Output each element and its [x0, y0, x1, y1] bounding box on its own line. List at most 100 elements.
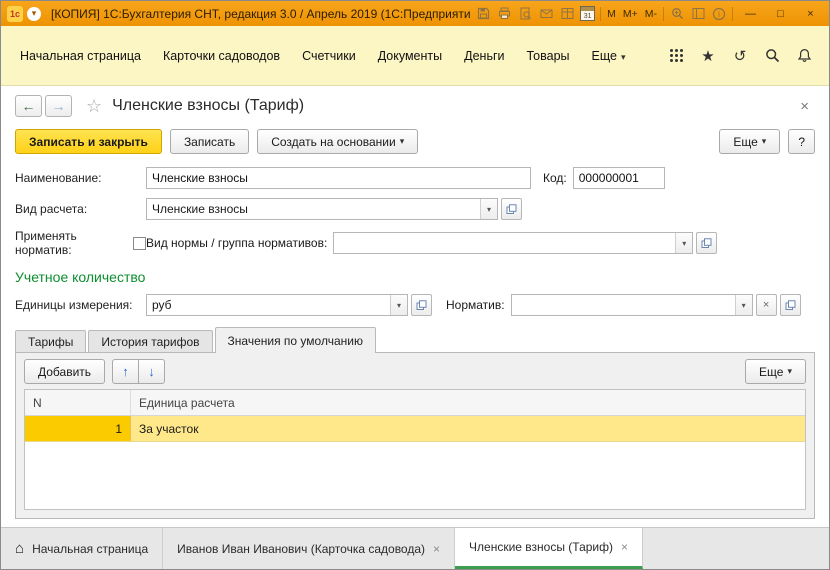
- menu-item-goods[interactable]: Товары: [516, 43, 581, 69]
- titlebar-separator: [732, 7, 733, 21]
- bottom-tab-membership-fees[interactable]: Членские взносы (Тариф) ×: [455, 528, 643, 569]
- notifications-bell-icon[interactable]: [795, 47, 813, 65]
- column-header-n[interactable]: N: [25, 390, 131, 415]
- close-window-button[interactable]: ×: [798, 5, 823, 23]
- calc-type-label: Вид расчета:: [15, 202, 146, 216]
- page-header: ← → ☆ Членские взносы (Тариф) ×: [1, 86, 829, 122]
- open-windows-bar: ⌂ Начальная страница Иванов Иван Иванови…: [1, 527, 829, 569]
- move-up-button[interactable]: ↑: [112, 359, 139, 384]
- close-form-icon[interactable]: ×: [794, 96, 815, 117]
- grid-more-label: Еще: [759, 365, 783, 379]
- calc-type-row: Вид расчета: Членские взносы ▾: [1, 198, 829, 220]
- normative-select[interactable]: ▾: [511, 294, 753, 316]
- menu-item-more[interactable]: Еще▾: [581, 43, 637, 69]
- apply-norm-label: Применять норматив:: [15, 229, 127, 257]
- norm-kind-select[interactable]: ▾: [333, 232, 693, 254]
- calendar-day: 31: [584, 13, 592, 20]
- column-header-unit[interactable]: Единица расчета: [131, 390, 805, 415]
- print-preview-icon[interactable]: [517, 6, 533, 22]
- grid-toolbar: Добавить ↑ ↓ Еще ▾: [16, 353, 814, 389]
- calc-type-open-button[interactable]: [501, 198, 522, 220]
- calendar-icon[interactable]: 31: [580, 6, 595, 21]
- cell-calc-unit[interactable]: За участок: [131, 416, 805, 441]
- main-menubar: Начальная страница Карточки садоводов Сч…: [1, 26, 829, 86]
- help-button[interactable]: ?: [788, 129, 815, 154]
- menu-item-home[interactable]: Начальная страница: [9, 43, 152, 69]
- save-button[interactable]: Записать: [170, 129, 249, 154]
- minimize-button[interactable]: —: [738, 5, 763, 23]
- titlebar-separator: [663, 7, 664, 21]
- calc-type-value: Членские взносы: [147, 202, 480, 216]
- normative-clear-button[interactable]: ×: [756, 294, 777, 316]
- command-bar: Записать и закрыть Записать Создать на о…: [1, 122, 829, 158]
- table-icon[interactable]: [559, 6, 575, 22]
- save-icon[interactable]: [475, 6, 491, 22]
- name-row: Наименование: Код:: [1, 167, 829, 189]
- favorites-star-icon[interactable]: ★: [699, 47, 717, 65]
- send-icon[interactable]: [538, 6, 554, 22]
- close-tab-icon[interactable]: ×: [433, 542, 440, 556]
- menu-item-gardener-cards[interactable]: Карточки садоводов: [152, 43, 291, 69]
- menu-item-meters[interactable]: Счетчики: [291, 43, 367, 69]
- bottom-tab-home[interactable]: ⌂ Начальная страница: [1, 528, 163, 569]
- name-input[interactable]: [146, 167, 531, 189]
- grid-header-row: N Единица расчета: [25, 390, 805, 416]
- add-row-button[interactable]: Добавить: [24, 359, 105, 384]
- table-row[interactable]: 1 За участок: [25, 416, 805, 442]
- menu-item-money[interactable]: Деньги: [453, 43, 515, 69]
- service-grid-icon[interactable]: [667, 47, 685, 65]
- menu-item-documents[interactable]: Документы: [367, 43, 453, 69]
- default-values-panel: Добавить ↑ ↓ Еще ▾ N Единица расчета 1 За…: [15, 352, 815, 519]
- grid-more-button[interactable]: Еще ▾: [745, 359, 806, 384]
- window-title: [КОПИЯ] 1С:Бухгалтерия СНТ, редакция 3.0…: [51, 7, 471, 21]
- search-icon[interactable]: [763, 47, 781, 65]
- norm-kind-dropdown-button[interactable]: ▾: [675, 233, 692, 253]
- tab-tariffs[interactable]: Тарифы: [15, 330, 86, 352]
- units-value: руб: [147, 298, 390, 312]
- favorite-star-icon[interactable]: ☆: [86, 96, 102, 117]
- normative-open-button[interactable]: [780, 294, 801, 316]
- apply-norm-checkbox[interactable]: [133, 237, 146, 250]
- svg-text:i: i: [718, 10, 720, 19]
- close-tab-icon[interactable]: ×: [621, 540, 628, 554]
- back-button[interactable]: ←: [15, 95, 42, 117]
- forward-button[interactable]: →: [45, 95, 72, 117]
- code-label: Код:: [543, 171, 567, 185]
- maximize-button[interactable]: □: [768, 5, 793, 23]
- code-input[interactable]: [573, 167, 665, 189]
- panels-icon[interactable]: [690, 6, 706, 22]
- print-icon[interactable]: [496, 6, 512, 22]
- normative-dropdown-button[interactable]: ▾: [735, 295, 752, 315]
- units-open-button[interactable]: [411, 294, 432, 316]
- calculator-m-button[interactable]: М: [606, 8, 617, 20]
- move-down-button[interactable]: ↓: [138, 359, 165, 384]
- tab-tariff-history[interactable]: История тарифов: [88, 330, 212, 352]
- titlebar: 1с ▾ [КОПИЯ] 1С:Бухгалтерия СНТ, редакци…: [1, 1, 829, 26]
- info-icon[interactable]: i: [711, 6, 727, 22]
- titlebar-separator: [600, 7, 601, 21]
- zoom-in-icon[interactable]: [669, 6, 685, 22]
- units-dropdown-button[interactable]: ▾: [390, 295, 407, 315]
- cell-row-number[interactable]: 1: [25, 416, 131, 441]
- detail-tabs: Тарифы История тарифов Значения по умолч…: [1, 327, 829, 352]
- form-content: ← → ☆ Членские взносы (Тариф) × Записать…: [1, 86, 829, 527]
- calculator-m-plus-button[interactable]: М+: [622, 8, 639, 20]
- save-and-close-button[interactable]: Записать и закрыть: [15, 129, 162, 154]
- tab-default-values[interactable]: Значения по умолчанию: [215, 327, 376, 353]
- calc-type-dropdown-button[interactable]: ▾: [480, 199, 497, 219]
- norm-kind-open-button[interactable]: [696, 232, 717, 254]
- units-label: Единицы измерения:: [15, 298, 146, 312]
- chevron-down-icon: ▾: [400, 136, 405, 147]
- units-select[interactable]: руб ▾: [146, 294, 408, 316]
- history-icon[interactable]: ↺: [731, 47, 749, 65]
- page-title: Членские взносы (Тариф): [112, 97, 304, 115]
- bottom-tab-gardener-label: Иванов Иван Иванович (Карточка садовода): [177, 542, 425, 556]
- more-button[interactable]: Еще▾: [719, 129, 780, 154]
- main-menu-caret-icon[interactable]: ▾: [27, 7, 41, 21]
- bottom-tab-gardener-card[interactable]: Иванов Иван Иванович (Карточка садовода)…: [163, 528, 455, 569]
- calc-type-select[interactable]: Членские взносы ▾: [146, 198, 498, 220]
- chevron-down-icon: ▾: [787, 366, 792, 377]
- calculator-m-minus-button[interactable]: М-: [644, 8, 658, 20]
- name-label: Наименование:: [15, 171, 146, 185]
- create-based-on-button[interactable]: Создать на основании▾: [257, 129, 418, 154]
